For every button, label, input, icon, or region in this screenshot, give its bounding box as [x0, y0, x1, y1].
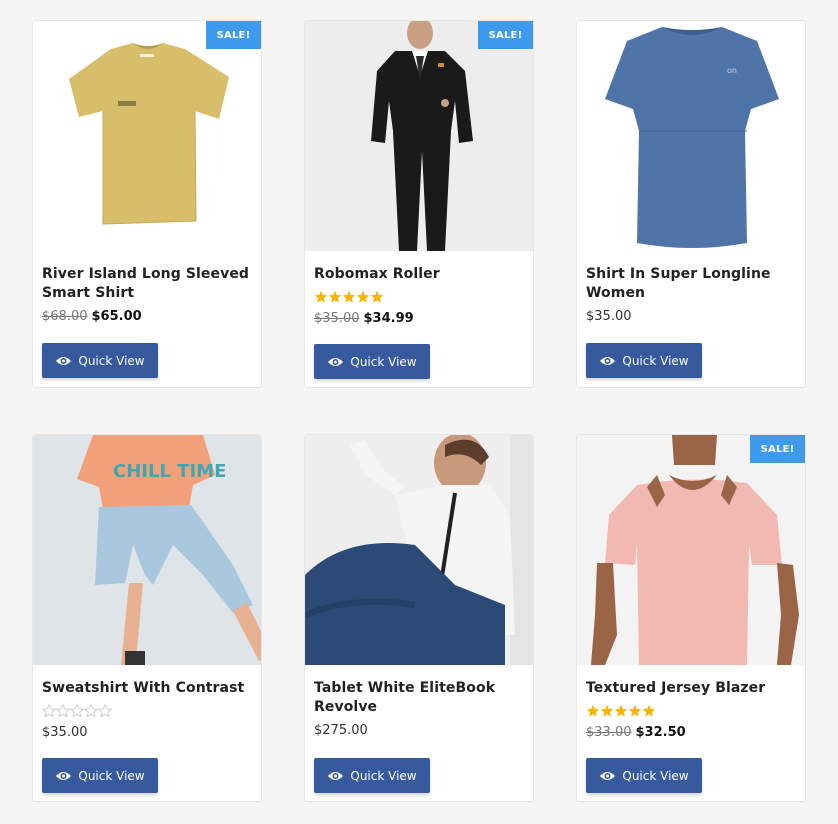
- star-filled-icon: [328, 290, 342, 303]
- eye-icon: [328, 357, 344, 366]
- product-title[interactable]: Shirt In Super Longline Women: [586, 265, 797, 303]
- kid-chill-time-tee-image: CHILL TIME: [77, 435, 261, 665]
- tee-print: CHILL TIME: [113, 461, 226, 482]
- blue-womens-tshirt-image: on: [605, 27, 779, 248]
- product-title[interactable]: Textured Jersey Blazer: [586, 679, 797, 698]
- quick-view-label: Quick View: [622, 768, 689, 783]
- star-empty-icon: [56, 704, 70, 718]
- star-filled-icon: [628, 704, 642, 717]
- product-card: SALE! Textured Jersey Blazer $33.00 $32.5…: [576, 434, 806, 802]
- product-price: $35.00: [42, 725, 88, 740]
- star-rating: [586, 704, 656, 718]
- star-filled-icon: [370, 290, 384, 303]
- quick-view-button[interactable]: Quick View: [42, 758, 158, 793]
- eye-icon: [56, 771, 72, 780]
- product-title[interactable]: Robomax Roller: [314, 265, 525, 284]
- product-title[interactable]: Sweatshirt With Contrast: [42, 679, 253, 698]
- star-filled-icon: [642, 704, 656, 717]
- product-image[interactable]: [305, 21, 533, 251]
- star-rating: [314, 290, 384, 304]
- old-price: $35.00: [314, 311, 360, 326]
- eye-icon: [600, 771, 616, 780]
- old-price: $33.00: [586, 725, 632, 740]
- star-empty-icon: [98, 704, 112, 718]
- product-price: $33.00 $32.50: [586, 725, 686, 740]
- quick-view-label: Quick View: [78, 768, 145, 783]
- sale-badge: SALE!: [206, 21, 261, 49]
- sale-badge: SALE!: [478, 21, 533, 49]
- man-in-black-suit-image: [371, 21, 473, 251]
- eye-icon: [56, 356, 72, 365]
- product-price: $35.00 $34.99: [314, 311, 414, 326]
- quick-view-button[interactable]: Quick View: [586, 343, 702, 378]
- price: $35.00: [42, 725, 88, 740]
- product-price: $275.00: [314, 723, 368, 738]
- mustard-tshirt-image: [69, 43, 229, 225]
- price: $35.00: [586, 309, 632, 324]
- quick-view-label: Quick View: [350, 768, 417, 783]
- star-filled-icon: [600, 704, 614, 717]
- old-price: $68.00: [42, 309, 88, 324]
- quick-view-button[interactable]: Quick View: [586, 758, 702, 793]
- product-title[interactable]: River Island Long Sleeved Smart Shirt: [42, 265, 253, 303]
- product-image[interactable]: [33, 21, 261, 251]
- star-filled-icon: [356, 290, 370, 303]
- product-image[interactable]: [577, 435, 805, 665]
- man-white-shirt-jeans-image: [305, 435, 533, 665]
- product-card: Tablet White EliteBook Revolve $275.00 Q…: [304, 434, 534, 802]
- star-filled-icon: [314, 290, 328, 303]
- product-image[interactable]: on: [577, 21, 805, 251]
- product-price: $35.00: [586, 309, 632, 324]
- sale-price: $32.50: [635, 725, 686, 740]
- woman-pink-tshirt-image: [591, 435, 799, 665]
- eye-icon: [328, 771, 344, 780]
- sale-price: $65.00: [91, 309, 142, 324]
- product-card: CHILL TIME Sweatshirt With Contrast $35.…: [32, 434, 262, 802]
- star-empty-icon: [42, 704, 56, 718]
- product-price: $68.00 $65.00: [42, 309, 142, 324]
- quick-view-label: Quick View: [78, 353, 145, 368]
- product-image[interactable]: CHILL TIME: [33, 435, 261, 665]
- quick-view-button[interactable]: Quick View: [314, 758, 430, 793]
- price: $275.00: [314, 723, 368, 738]
- sale-badge: SALE!: [750, 435, 805, 463]
- eye-icon: [600, 356, 616, 365]
- star-empty-icon: [70, 704, 84, 718]
- quick-view-label: Quick View: [350, 354, 417, 369]
- quick-view-button[interactable]: Quick View: [314, 344, 430, 379]
- quick-view-button[interactable]: Quick View: [42, 343, 158, 378]
- svg-text:on: on: [727, 66, 737, 75]
- sale-price: $34.99: [363, 311, 414, 326]
- quick-view-label: Quick View: [622, 353, 689, 368]
- star-rating: [42, 704, 112, 718]
- product-card: SALE! Robomax Roller $35.00 $34.99 Quick …: [304, 20, 534, 388]
- product-image[interactable]: [305, 435, 533, 665]
- product-title[interactable]: Tablet White EliteBook Revolve: [314, 679, 525, 717]
- star-filled-icon: [342, 290, 356, 303]
- product-card: SALE! River Island Long Sleeved Smart Sh…: [32, 20, 262, 388]
- product-card: on Shirt In Super Longline Women $35.00 …: [576, 20, 806, 388]
- star-filled-icon: [586, 704, 600, 717]
- star-filled-icon: [614, 704, 628, 717]
- star-empty-icon: [84, 704, 98, 718]
